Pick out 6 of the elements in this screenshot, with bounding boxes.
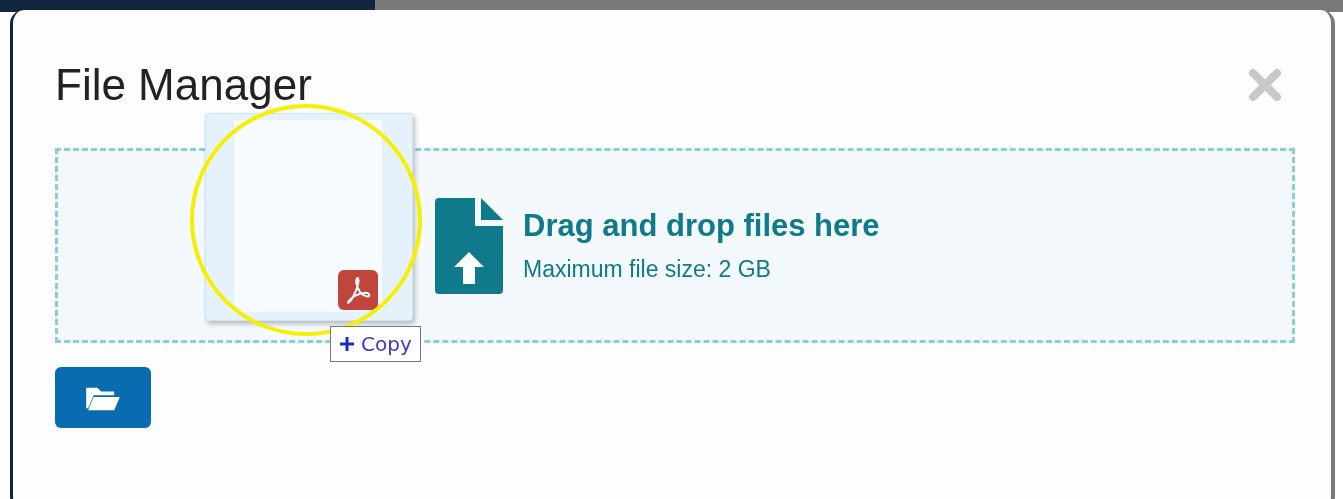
plus-icon xyxy=(339,336,355,352)
open-folder-button[interactable] xyxy=(55,367,151,428)
dialog-title: File Manager xyxy=(55,60,312,110)
drop-zone-hint: Maximum file size: 2 GB xyxy=(523,256,772,283)
file-upload-icon xyxy=(435,197,503,294)
drop-zone-heading: Drag and drop files here xyxy=(523,208,880,244)
